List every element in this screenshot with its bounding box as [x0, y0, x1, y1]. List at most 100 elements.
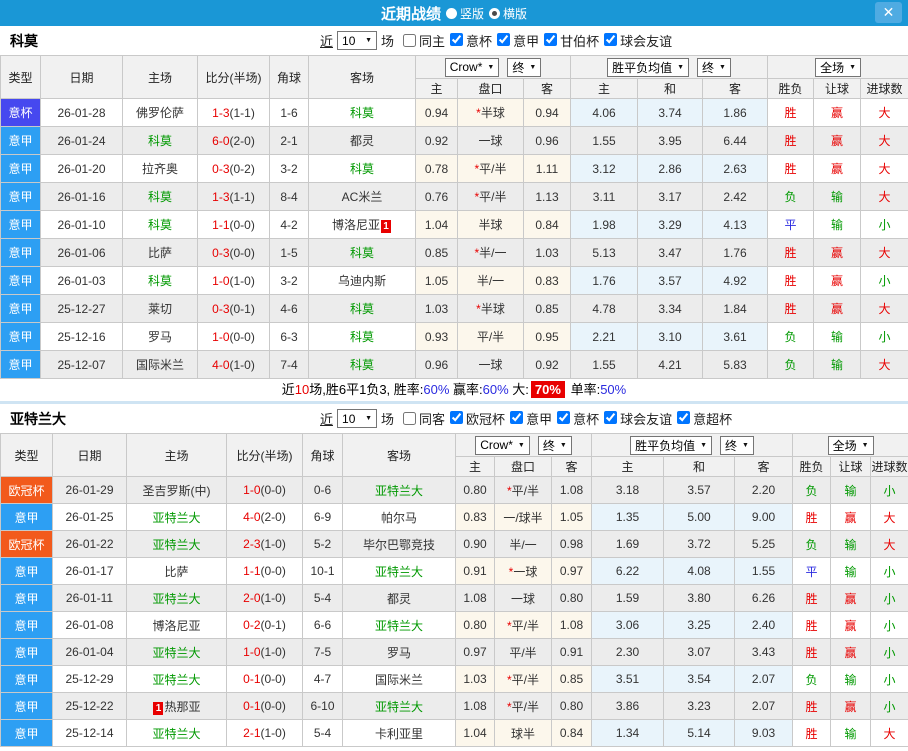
mean-away: 1.55	[734, 557, 794, 585]
odds-away: 1.11	[522, 154, 572, 183]
wdl-time-select[interactable]: 终 ▼	[720, 435, 754, 455]
home-team: 科莫	[122, 182, 198, 211]
layout-option-vertical[interactable]: 竖版	[445, 5, 484, 22]
match-score: 1-3(1-1)	[197, 182, 270, 211]
corner-score: 1-6	[269, 98, 309, 127]
sub-col-goals: 进球数	[860, 78, 908, 99]
close-button[interactable]: ✕	[875, 2, 902, 23]
result-goals: 大	[860, 126, 908, 155]
result-goals: 大	[870, 719, 908, 747]
layout-option-horizontal[interactable]: 横版	[489, 5, 527, 22]
mean-home: 5.13	[570, 238, 639, 267]
competition-filters: 欧冠杯 意甲 意杯 球会友谊 意超杯	[445, 409, 732, 428]
odds-away: 1.08	[550, 476, 593, 504]
title-bar: 近期战绩 竖版 横版 ✕	[0, 0, 908, 26]
odds-away: 0.96	[522, 126, 572, 155]
competition-checkbox[interactable]	[544, 33, 558, 46]
away-team: 乌迪内斯	[308, 266, 416, 295]
handicap-line: *平/半	[494, 665, 552, 693]
result-wdl: 负	[767, 350, 815, 379]
mean-away: 3.43	[734, 638, 794, 666]
home-team: 比萨	[122, 238, 198, 267]
match-date: 26-01-22	[52, 530, 127, 558]
handicap-line: *半球	[457, 98, 524, 127]
radio-unselected-icon[interactable]	[445, 7, 457, 19]
home-team: 科莫	[122, 126, 198, 155]
result-goals: 大	[860, 154, 908, 183]
summary-segment: 60%	[423, 382, 450, 397]
result-wdl: 平	[792, 557, 832, 585]
handicap-line: *半球	[457, 294, 524, 323]
competition-filters: 意杯 意甲 甘伯杯 球会友谊	[445, 31, 672, 50]
result-wdl: 胜	[792, 584, 832, 612]
odds-away: 1.03	[522, 238, 572, 267]
competition-checkbox[interactable]	[604, 33, 618, 46]
odds-away: 0.98	[550, 530, 593, 558]
result-goals: 大	[870, 530, 908, 558]
competition-badge: 意甲	[0, 294, 41, 323]
mean-draw: 3.10	[637, 322, 704, 351]
games-count-select[interactable]: 10 ▼	[337, 31, 378, 50]
match-date: 26-01-06	[40, 238, 123, 267]
summary-segment: 近	[281, 382, 295, 397]
result-goals: 大	[860, 294, 908, 323]
same-side-checkbox[interactable]	[403, 412, 417, 425]
competition-badge: 意甲	[0, 238, 41, 267]
odds-time-select[interactable]: 终 ▼	[537, 435, 572, 455]
wdl-mean-select[interactable]: 胜平负均值 ▼	[630, 435, 713, 455]
away-team: 科莫	[308, 98, 416, 127]
col-type: 类型	[0, 433, 53, 477]
result-handicap: 输	[830, 665, 872, 693]
competition-checkbox[interactable]	[557, 411, 571, 424]
result-wdl: 胜	[792, 503, 832, 531]
table-row: 意甲 26-01-10 科莫 1-1(0-0) 4-2 博洛尼亚 1 1.04 半…	[0, 210, 908, 239]
corner-score: 1-5	[269, 238, 309, 267]
mean-home: 6.22	[591, 557, 665, 585]
match-score: 2-1(1-0)	[226, 719, 303, 747]
odds-home: 1.03	[415, 294, 458, 323]
competition-checkbox[interactable]	[497, 33, 511, 46]
competition-badge: 意甲	[0, 665, 53, 693]
result-wdl: 负	[792, 665, 832, 693]
mean-away: 1.84	[702, 294, 769, 323]
odds-time-select[interactable]: 终 ▼	[507, 57, 542, 77]
wdl-mean-select[interactable]: 胜平负均值 ▼	[607, 57, 690, 77]
sub-col-home-odds: 主	[455, 456, 495, 477]
away-team: 都灵	[342, 584, 456, 612]
same-side-checkbox[interactable]	[403, 34, 417, 47]
games-count-select[interactable]: 10 ▼	[337, 409, 378, 428]
match-table: 类型 日期 主场 比分(半场) 角球 客场 Crow* ▼ 终 ▼ 胜平负均值 ▼ 终…	[0, 433, 908, 747]
competition-checkbox[interactable]	[677, 411, 691, 424]
result-handicap: 赢	[830, 638, 872, 666]
near-link[interactable]: 近	[320, 31, 333, 50]
mean-draw: 3.57	[663, 476, 736, 504]
scope-select[interactable]: 全场 ▼	[815, 57, 862, 77]
odds-company-select[interactable]: Crow* ▼	[444, 57, 500, 77]
competition-checkbox[interactable]	[450, 33, 464, 46]
competition-badge: 欧冠杯	[0, 476, 53, 504]
mean-away: 4.92	[702, 266, 769, 295]
odds-away: 1.08	[550, 611, 593, 639]
match-rows: 欧冠杯 26-01-29 圣吉罗斯(中) 1-0(0-0) 0-6 亚特兰大 0…	[0, 476, 908, 747]
result-handicap: 赢	[813, 266, 862, 295]
mean-home: 1.69	[591, 530, 665, 558]
wdl-time-select[interactable]: 终 ▼	[697, 57, 731, 77]
mean-home: 1.34	[591, 719, 665, 747]
radio-selected-icon[interactable]	[489, 7, 500, 19]
competition-checkbox[interactable]	[510, 411, 524, 424]
match-score: 1-0(1-0)	[226, 638, 303, 666]
near-link[interactable]: 近	[320, 409, 333, 428]
competition-checkbox[interactable]	[604, 411, 618, 424]
odds-away: 0.94	[522, 98, 572, 127]
odds-away: 0.97	[550, 557, 593, 585]
scope-select[interactable]: 全场 ▼	[827, 435, 874, 455]
handicap-line: *平/半	[494, 692, 552, 720]
odds-company-select[interactable]: Crow* ▼	[475, 435, 530, 455]
sub-col-mean-draw: 和	[637, 78, 704, 99]
mean-home: 2.30	[591, 638, 665, 666]
competition-checkbox[interactable]	[450, 411, 464, 424]
filter-controls: 近 10 ▼ 场 同主 意杯 意甲 甘伯杯 球会友谊	[320, 31, 672, 50]
home-team: 博洛尼亚	[126, 611, 227, 639]
odds-home: 1.04	[415, 210, 458, 239]
match-score: 4-0(1-0)	[197, 350, 270, 379]
